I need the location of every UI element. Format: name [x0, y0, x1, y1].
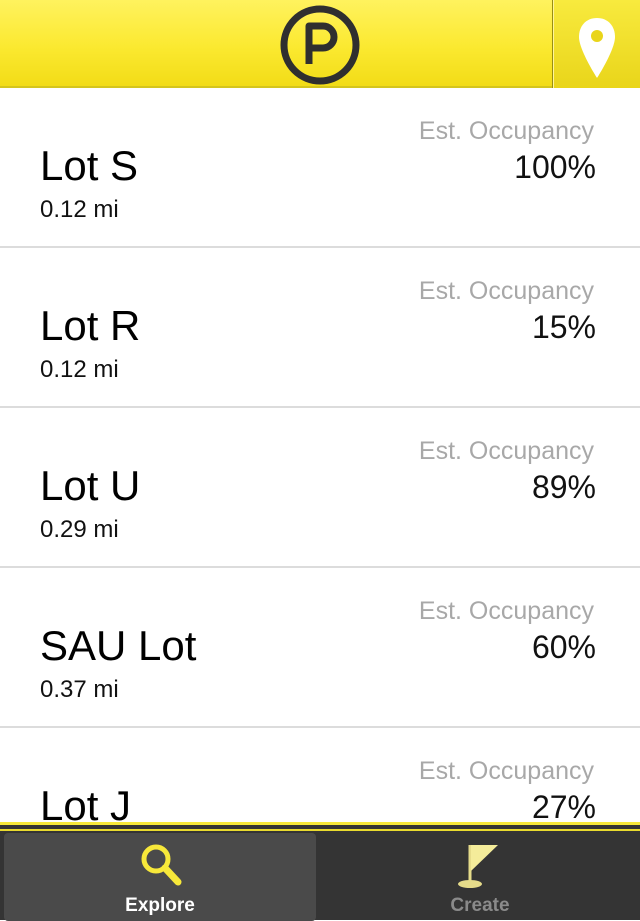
lot-row[interactable]: Lot R 0.12 mi Est. Occupancy 15%	[0, 248, 640, 408]
parking-p-icon	[279, 4, 361, 86]
lot-row[interactable]: Lot U 0.29 mi Est. Occupancy 89%	[0, 408, 640, 568]
lot-row[interactable]: SAU Lot 0.37 mi Est. Occupancy 60%	[0, 568, 640, 728]
tab-label: Create	[450, 895, 510, 916]
tab-create[interactable]: Create	[324, 833, 636, 921]
app-header	[0, 0, 640, 88]
lot-name: SAU Lot	[40, 622, 197, 669]
tab-explore[interactable]: Explore	[4, 833, 316, 921]
lot-distance: 0.37 mi	[40, 676, 119, 703]
occupancy-value: 27%	[531, 789, 596, 822]
occupancy-value: 60%	[531, 629, 596, 665]
tab-label: Explore	[125, 895, 195, 916]
lot-name: Lot S	[40, 142, 139, 189]
flag-icon	[454, 841, 504, 896]
occupancy-value: 89%	[531, 469, 596, 505]
lot-distance: 0.29 mi	[40, 516, 119, 543]
parking-lot-list[interactable]: Lot S 0.12 mi Est. Occupancy 100% Lot R …	[0, 88, 640, 822]
occupancy-label: Est. Occupancy	[418, 277, 594, 305]
occupancy-label: Est. Occupancy	[418, 117, 594, 145]
tab-bar: Explore Create	[0, 822, 640, 921]
occupancy-label: Est. Occupancy	[418, 437, 594, 465]
occupancy-value: 15%	[531, 309, 596, 345]
lot-distance: 0.12 mi	[40, 356, 119, 383]
lot-name: Lot J	[40, 782, 132, 822]
lot-row[interactable]: Lot S 0.12 mi Est. Occupancy 100%	[0, 88, 640, 248]
magnifier-icon	[136, 841, 186, 896]
lot-name: Lot U	[40, 462, 141, 509]
occupancy-label: Est. Occupancy	[418, 597, 594, 625]
occupancy-value: 100%	[514, 149, 596, 185]
lot-distance: 0.12 mi	[40, 196, 119, 223]
lot-name: Lot R	[40, 302, 141, 349]
lot-row[interactable]: Lot J Est. Occupancy 27%	[0, 728, 640, 822]
location-button[interactable]	[552, 0, 640, 88]
occupancy-label: Est. Occupancy	[418, 757, 594, 785]
